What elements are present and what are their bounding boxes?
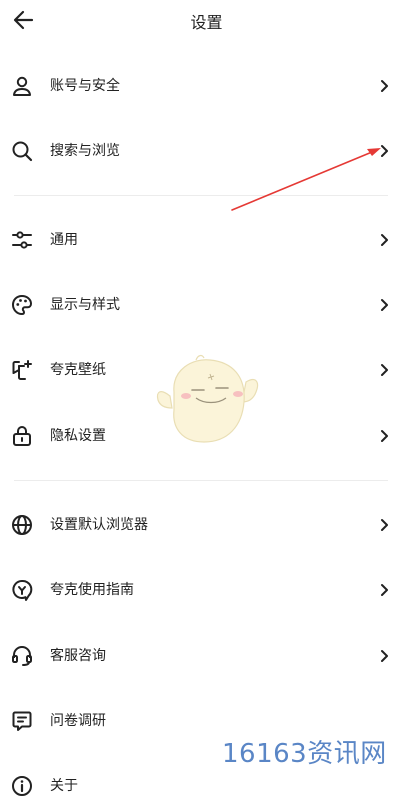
search-icon	[12, 141, 33, 162]
header-bar: 设置	[0, 0, 413, 40]
section-divider	[14, 480, 388, 481]
page-title: 设置	[190, 13, 223, 32]
chevron-right-icon	[381, 234, 388, 246]
settings-item-about[interactable]: 关于	[0, 764, 413, 808]
settings-item-display-style[interactable]: 显示与样式	[0, 283, 413, 327]
settings-item-customer-service[interactable]: 客服咨询	[0, 634, 413, 678]
settings-item-default-browser[interactable]: 设置默认浏览器	[0, 503, 413, 547]
settings-item-label: 显示与样式	[50, 297, 120, 313]
chevron-right-icon	[381, 430, 388, 442]
sliders-icon	[12, 231, 32, 249]
survey-icon	[12, 711, 32, 731]
settings-item-label: 通用	[50, 232, 78, 248]
settings-item-label: 隐私设置	[50, 428, 106, 444]
headset-icon	[12, 646, 32, 666]
site-watermark: 16163资讯网	[222, 739, 387, 769]
chevron-right-icon	[381, 519, 388, 531]
wallpaper-icon	[12, 360, 32, 380]
chevron-right-icon	[381, 364, 388, 376]
settings-item-label: 客服咨询	[50, 648, 106, 664]
globe-icon	[12, 515, 32, 535]
settings-item-account-security[interactable]: 账号与安全	[0, 64, 413, 108]
user-icon	[13, 76, 31, 96]
settings-item-usage-guide[interactable]: 夸克使用指南	[0, 568, 413, 612]
palette-icon	[12, 295, 32, 315]
section-divider	[14, 195, 388, 196]
chevron-right-icon	[381, 650, 388, 662]
settings-item-label: 关于	[50, 778, 78, 794]
settings-item-search-browse[interactable]: 搜索与浏览	[0, 129, 413, 173]
settings-item-label: 夸克使用指南	[50, 582, 134, 598]
settings-item-general[interactable]: 通用	[0, 218, 413, 262]
settings-item-label: 账号与安全	[50, 78, 120, 94]
guide-icon	[12, 579, 33, 601]
info-icon	[12, 776, 32, 796]
settings-item-label: 问卷调研	[50, 713, 106, 729]
lock-icon	[13, 426, 31, 446]
settings-item-label: 夸克壁纸	[50, 362, 106, 378]
chevron-right-icon	[381, 145, 388, 157]
chevron-right-icon	[381, 80, 388, 92]
chevron-right-icon	[381, 299, 388, 311]
chevron-right-icon	[381, 584, 388, 596]
mascot-watermark-image	[156, 354, 259, 443]
settings-item-label: 搜索与浏览	[50, 143, 120, 159]
settings-item-label: 设置默认浏览器	[50, 517, 148, 533]
